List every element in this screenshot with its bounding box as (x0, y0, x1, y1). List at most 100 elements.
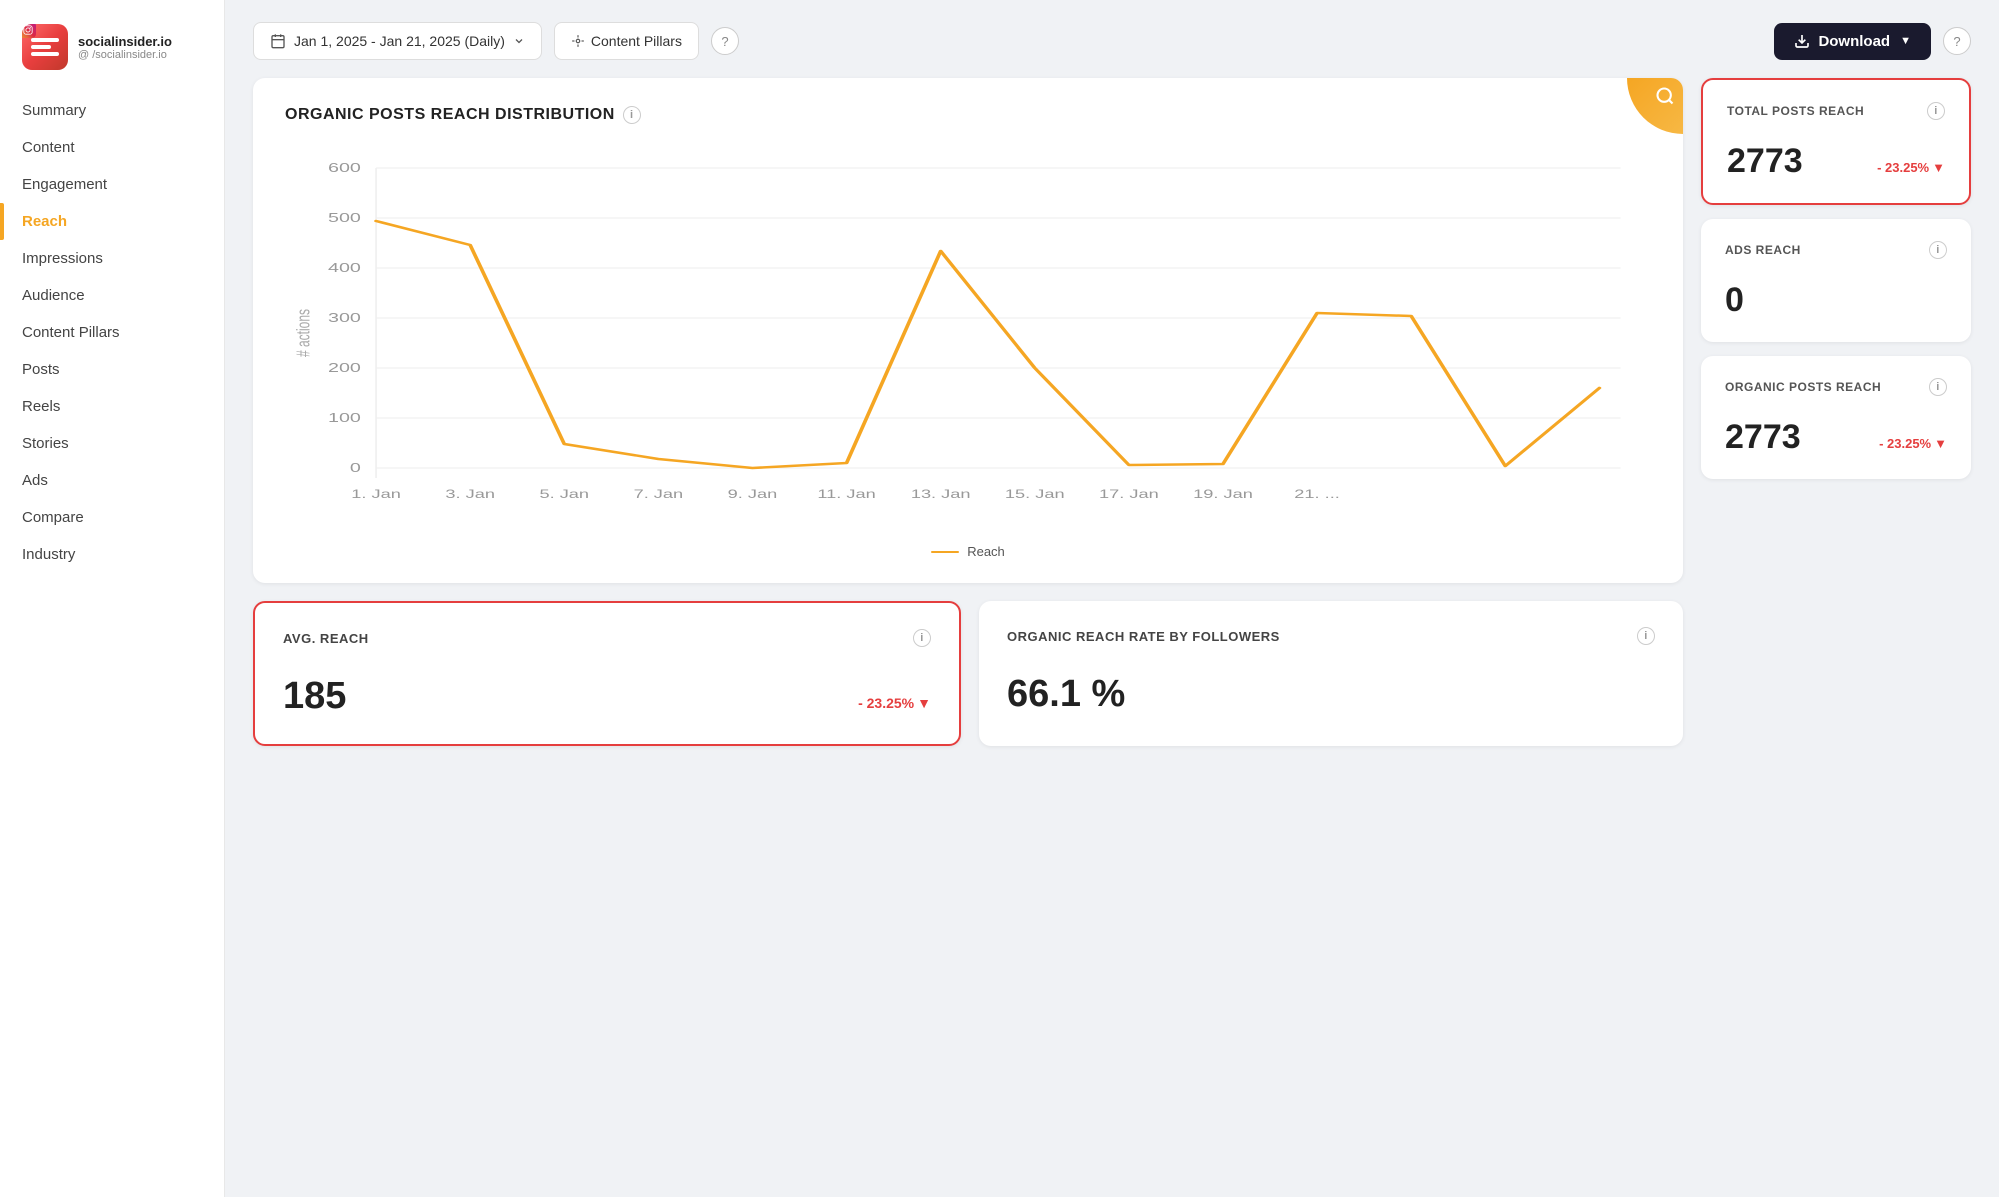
content-pillars-button[interactable]: Content Pillars (554, 22, 699, 60)
metric-value-row-avg-reach: 185 - 23.25% ▼ (283, 675, 931, 718)
svg-text:400: 400 (328, 260, 361, 275)
chart-legend: Reach (285, 544, 1651, 559)
download-arrow: ▼ (1900, 35, 1911, 47)
sidebar-item-industry[interactable]: Industry (0, 536, 224, 573)
svg-text:200: 200 (328, 360, 361, 375)
stat-value-organic-posts-reach: 2773 (1725, 418, 1801, 457)
app-name: socialinsider.io (78, 34, 172, 49)
svg-text:100: 100 (328, 410, 361, 425)
content-area: ORGANIC POSTS REACH DISTRIBUTION i (253, 78, 1971, 1175)
stat-value-row-total-posts-reach: 2773 - 23.25% ▼ (1727, 142, 1945, 181)
topbar: Jan 1, 2025 - Jan 21, 2025 (Daily) Conte… (253, 22, 1971, 60)
logo-icon (22, 24, 68, 70)
svg-text:300: 300 (328, 310, 361, 325)
content-pillars-label: Content Pillars (591, 33, 682, 49)
svg-text:600: 600 (328, 160, 361, 175)
metric-delta-avg-reach: - 23.25% ▼ (858, 695, 931, 711)
svg-text:9. Jan: 9. Jan (728, 488, 778, 501)
bottom-cards: AVG. REACHi 185 - 23.25% ▼ ORGANIC REACH RA… (253, 601, 1683, 746)
logo-area: socialinsider.io @ /socialinsider.io (0, 18, 224, 92)
stat-info-icon-organic-posts-reach[interactable]: i (1929, 378, 1947, 396)
sidebar-item-compare[interactable]: Compare (0, 499, 224, 536)
metric-value-avg-reach: 185 (283, 675, 346, 718)
help-button-right[interactable]: ? (1943, 27, 1971, 55)
metric-card-organic-reach-rate: ORGANIC REACH RATE BY FOLLOWERSi 66.1 % (979, 601, 1683, 746)
instagram-badge (22, 24, 36, 38)
sidebar: socialinsider.io @ /socialinsider.io Sum… (0, 0, 225, 1197)
svg-text:500: 500 (328, 210, 361, 225)
sidebar-item-engagement[interactable]: Engagement (0, 166, 224, 203)
stat-delta-organic-posts-reach: - 23.25% ▼ (1879, 436, 1947, 451)
stat-label-ads-reach: ADS REACHi (1725, 241, 1947, 259)
sidebar-item-summary[interactable]: Summary (0, 92, 224, 129)
stat-value-total-posts-reach: 2773 (1727, 142, 1803, 181)
main-content: Jan 1, 2025 - Jan 21, 2025 (Daily) Conte… (225, 0, 1999, 1197)
stat-card-ads-reach: ADS REACHi 0 (1701, 219, 1971, 342)
search-icon (1655, 86, 1675, 106)
metric-info-icon-organic-reach-rate[interactable]: i (1637, 627, 1655, 645)
help-button[interactable]: ? (711, 27, 739, 55)
chart-title: ORGANIC POSTS REACH DISTRIBUTION i (285, 106, 1651, 124)
metric-label-avg-reach: AVG. REACHi (283, 629, 931, 647)
sidebar-item-posts[interactable]: Posts (0, 351, 224, 388)
svg-text:5. Jan: 5. Jan (539, 488, 589, 501)
chevron-down-icon (513, 35, 525, 47)
metric-label-organic-reach-rate: ORGANIC REACH RATE BY FOLLOWERSi (1007, 627, 1655, 645)
svg-text:3. Jan: 3. Jan (445, 488, 495, 501)
sidebar-item-reach[interactable]: Reach (0, 203, 224, 240)
stat-value-row-organic-posts-reach: 2773 - 23.25% ▼ (1725, 418, 1947, 457)
chart-card: ORGANIC POSTS REACH DISTRIBUTION i (253, 78, 1683, 583)
stat-value-row-ads-reach: 0 (1725, 281, 1947, 320)
sidebar-item-impressions[interactable]: Impressions (0, 240, 224, 277)
svg-text:# actions: # actions (294, 309, 314, 357)
app-handle: @ /socialinsider.io (78, 49, 172, 61)
logo-text: socialinsider.io @ /socialinsider.io (78, 34, 172, 61)
chart-corner-icon (1627, 78, 1683, 134)
metric-card-avg-reach: AVG. REACHi 185 - 23.25% ▼ (253, 601, 961, 746)
topbar-right: Download ▼ ? (1774, 23, 1971, 60)
calendar-icon (270, 33, 286, 49)
stat-label-total-posts-reach: TOTAL POSTS REACHi (1727, 102, 1945, 120)
sidebar-item-reels[interactable]: Reels (0, 388, 224, 425)
sidebar-item-content-pillars[interactable]: Content Pillars (0, 314, 224, 351)
svg-text:17. Jan: 17. Jan (1099, 488, 1159, 501)
topbar-left: Jan 1, 2025 - Jan 21, 2025 (Daily) Conte… (253, 22, 739, 60)
metric-value-row-organic-reach-rate: 66.1 % (1007, 673, 1655, 716)
download-label: Download (1818, 33, 1890, 50)
pillars-icon (571, 34, 585, 48)
nav-menu: SummaryContentEngagementReachImpressions… (0, 92, 224, 573)
metric-value-organic-reach-rate: 66.1 % (1007, 673, 1125, 716)
reach-chart: 0 100 200 300 400 500 600 # actions 1. J… (285, 148, 1651, 528)
legend-line (931, 551, 959, 553)
svg-text:21. ...: 21. ... (1294, 488, 1340, 501)
stat-info-icon-ads-reach[interactable]: i (1929, 241, 1947, 259)
logo-bars (31, 38, 59, 56)
right-sidebar: TOTAL POSTS REACHi 2773 - 23.25% ▼ ADS REAC… (1701, 78, 1971, 1175)
legend-label: Reach (967, 544, 1005, 559)
stat-value-ads-reach: 0 (1725, 281, 1744, 320)
svg-text:15. Jan: 15. Jan (1005, 488, 1065, 501)
svg-text:1. Jan: 1. Jan (351, 488, 401, 501)
sidebar-item-stories[interactable]: Stories (0, 425, 224, 462)
svg-text:7. Jan: 7. Jan (634, 488, 684, 501)
date-picker-button[interactable]: Jan 1, 2025 - Jan 21, 2025 (Daily) (253, 22, 542, 60)
svg-text:19. Jan: 19. Jan (1193, 488, 1253, 501)
chart-info-icon[interactable]: i (623, 106, 641, 124)
metric-info-icon-avg-reach[interactable]: i (913, 629, 931, 647)
svg-text:0: 0 (350, 460, 361, 475)
download-icon (1794, 33, 1810, 49)
chart-wrapper: 0 100 200 300 400 500 600 # actions 1. J… (285, 148, 1651, 528)
sidebar-item-audience[interactable]: Audience (0, 277, 224, 314)
svg-text:11. Jan: 11. Jan (817, 488, 875, 501)
svg-text:13. Jan: 13. Jan (911, 488, 971, 501)
chart-section: ORGANIC POSTS REACH DISTRIBUTION i (253, 78, 1683, 1175)
stat-card-total-posts-reach: TOTAL POSTS REACHi 2773 - 23.25% ▼ (1701, 78, 1971, 205)
sidebar-item-content[interactable]: Content (0, 129, 224, 166)
stat-label-organic-posts-reach: ORGANIC POSTS REACHi (1725, 378, 1947, 396)
download-button[interactable]: Download ▼ (1774, 23, 1931, 60)
stat-info-icon-total-posts-reach[interactable]: i (1927, 102, 1945, 120)
sidebar-item-ads[interactable]: Ads (0, 462, 224, 499)
stat-delta-total-posts-reach: - 23.25% ▼ (1877, 160, 1945, 175)
date-range-label: Jan 1, 2025 - Jan 21, 2025 (Daily) (294, 33, 505, 49)
stat-card-organic-posts-reach: ORGANIC POSTS REACHi 2773 - 23.25% ▼ (1701, 356, 1971, 479)
